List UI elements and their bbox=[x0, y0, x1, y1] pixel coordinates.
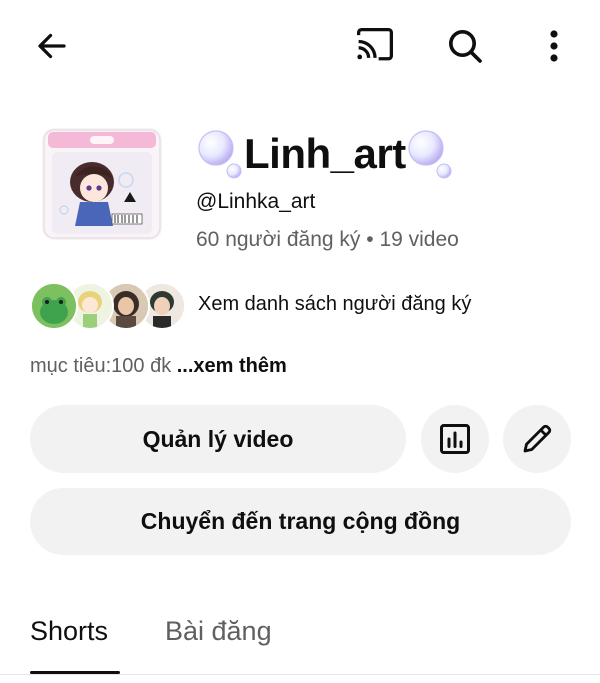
edit-channel-button[interactable] bbox=[503, 405, 571, 473]
analytics-button[interactable] bbox=[421, 405, 489, 473]
back-button[interactable] bbox=[28, 22, 76, 70]
tab-shorts[interactable]: Shorts bbox=[30, 616, 108, 647]
channel-stats: 60 người đăng ký • 19 video bbox=[196, 228, 459, 251]
community-button[interactable]: Chuyển đến trang cộng đồng bbox=[30, 488, 571, 555]
tabs-divider bbox=[0, 674, 600, 675]
channel-name-row: Linh_art bbox=[196, 124, 454, 184]
edit-pencil-icon bbox=[523, 424, 552, 453]
channel-description[interactable]: mục tiêu:100 đk ...xem thêm bbox=[30, 355, 287, 378]
subscribers-row[interactable]: Xem danh sách người đăng ký bbox=[30, 278, 471, 330]
analytics-icon bbox=[440, 424, 470, 454]
search-button[interactable] bbox=[440, 22, 490, 70]
search-icon bbox=[449, 30, 482, 63]
tab-posts[interactable]: Bài đăng bbox=[165, 616, 272, 647]
back-arrow-icon bbox=[38, 33, 66, 59]
bubble-decoration-left bbox=[196, 128, 244, 180]
cast-icon bbox=[357, 28, 393, 61]
bubble-decoration-right bbox=[406, 128, 454, 180]
show-more-link[interactable]: ...xem thêm bbox=[177, 355, 287, 377]
cast-button[interactable] bbox=[350, 22, 400, 70]
view-subscribers-link[interactable]: Xem danh sách người đăng ký bbox=[198, 293, 471, 316]
description-text: mục tiêu:100 đk bbox=[30, 355, 177, 377]
avatar bbox=[30, 282, 78, 330]
more-vert-icon bbox=[550, 30, 558, 62]
channel-avatar[interactable] bbox=[42, 128, 162, 240]
channel-name: Linh_art bbox=[244, 130, 406, 177]
channel-handle: @Linhka_art bbox=[196, 190, 316, 213]
manage-videos-button[interactable]: Quản lý video bbox=[30, 405, 406, 473]
more-options-button[interactable] bbox=[534, 22, 574, 70]
subscriber-avatars bbox=[30, 280, 186, 330]
